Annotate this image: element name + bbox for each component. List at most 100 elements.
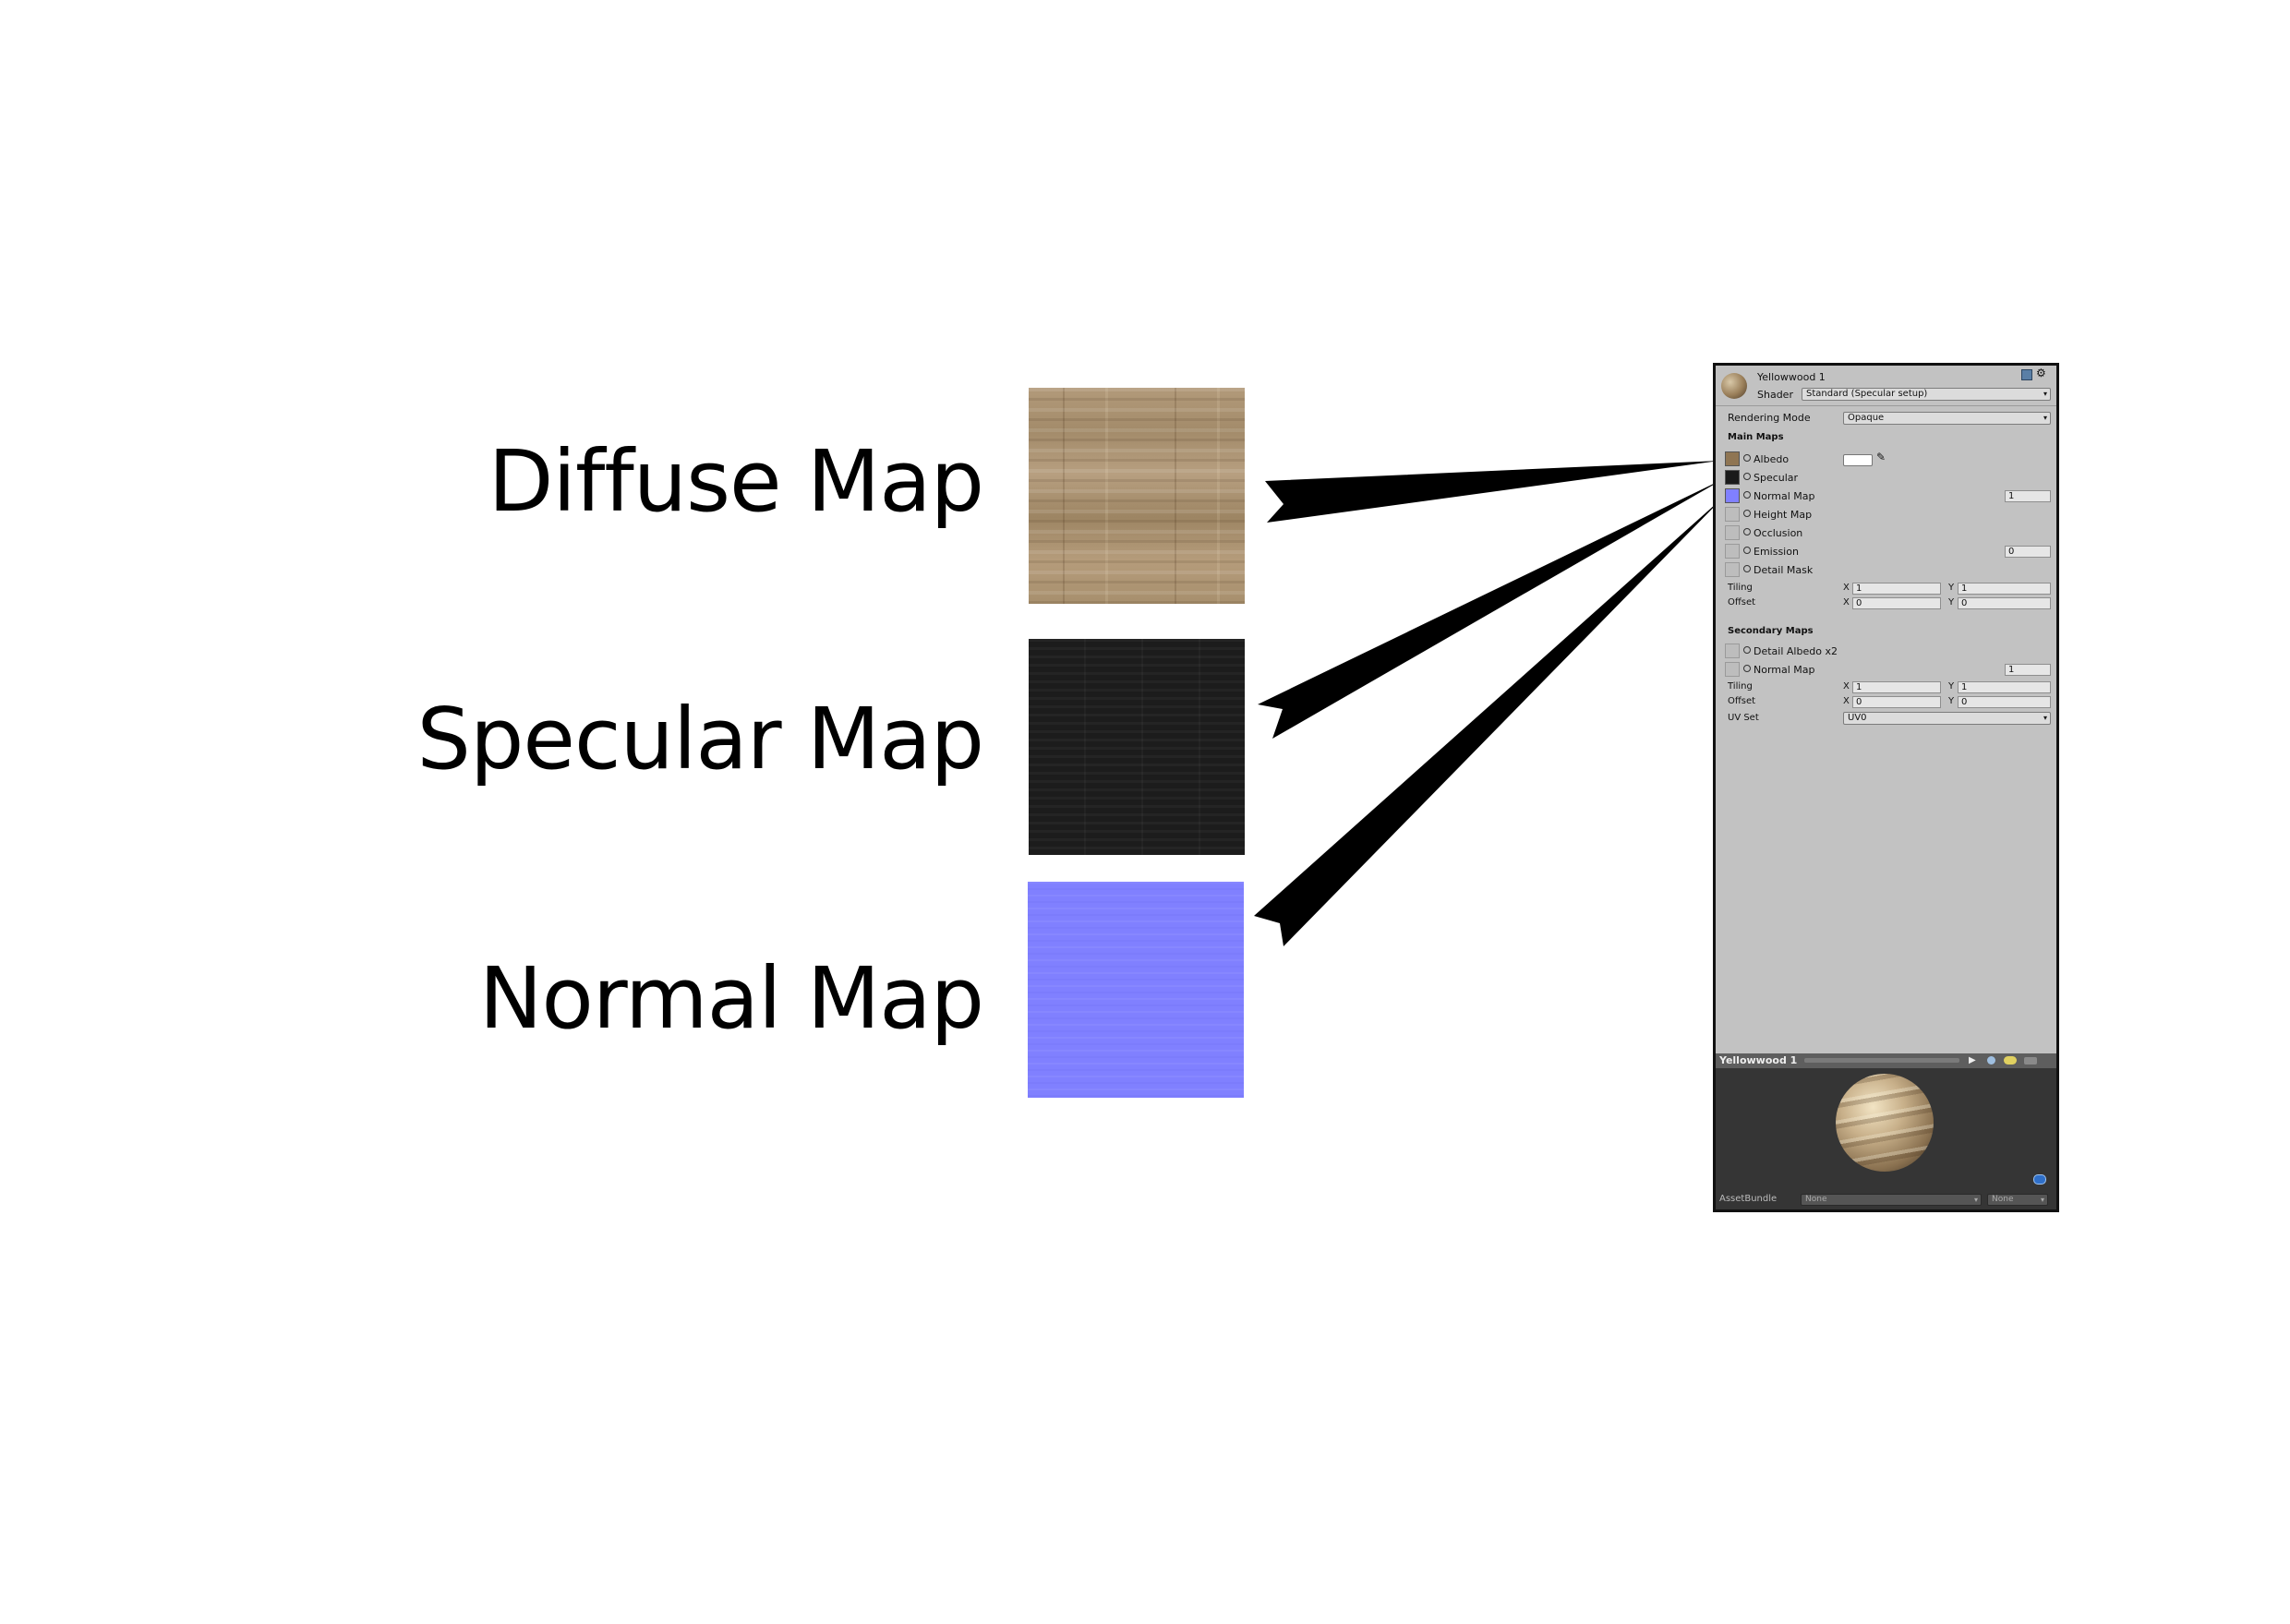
emission-value-field[interactable]: 0 [2005,546,2051,558]
rendering-mode-label: Rendering Mode [1728,412,1811,424]
asset-bundle-variant-value: None [1992,1195,2014,1204]
secondary-normal-slot[interactable] [1725,662,1740,677]
rendering-mode-value: Opaque [1848,413,1885,423]
chevron-down-icon: ▾ [2040,1196,2044,1204]
chevron-down-icon: ▾ [2043,390,2047,398]
detail-mask-row: Detail Mask [1743,564,1813,576]
asset-bundle-variant-dropdown[interactable]: None ▾ [1987,1194,2048,1206]
normal-map-swatch[interactable] [1725,488,1740,503]
height-map-slot[interactable] [1725,507,1740,522]
occlusion-slot[interactable] [1725,525,1740,540]
detail-albedo-label: Detail Albedo x2 [1754,645,1838,657]
detail-mask-slot[interactable] [1725,562,1740,577]
uv-set-value: UV0 [1848,713,1867,723]
specular-row: Specular [1743,472,1798,484]
diffuse-arrow [1265,461,1719,523]
tiling-x-field[interactable]: 1 [1852,583,1941,595]
height-map-label: Height Map [1754,509,1813,521]
y-label: Y [1948,597,1955,607]
picker-dot-icon[interactable] [1743,646,1751,654]
tiling-y-field[interactable]: 1 [1958,583,2051,595]
picker-dot-icon[interactable] [1743,454,1751,462]
albedo-row: Albedo [1743,453,1789,465]
preview-title: Yellowwood 1 [1719,1054,1798,1066]
offset-y-field[interactable]: 0 [1958,597,2051,609]
secondary-offset-label: Offset [1728,696,1756,706]
picker-dot-icon[interactable] [1743,491,1751,499]
emission-row: Emission [1743,546,1799,558]
secondary-offset-x-field[interactable]: 0 [1852,696,1941,708]
material-preview[interactable] [1716,1068,2056,1188]
secondary-normal-scale-field[interactable]: 1 [2005,664,2051,676]
tiling-label: Tiling [1728,583,1753,593]
sphere-icon[interactable] [1987,1056,1995,1065]
picker-dot-icon[interactable] [1743,665,1751,672]
asset-bundle-label: AssetBundle [1719,1194,1778,1204]
emission-slot[interactable] [1725,544,1740,559]
emission-label: Emission [1754,546,1799,558]
specular-arrow [1258,478,1725,739]
occlusion-label: Occlusion [1754,527,1803,539]
secondary-maps-heading: Secondary Maps [1728,626,1814,636]
x-label: X [1843,583,1850,593]
x-label: X [1843,696,1850,706]
asset-bundle-dropdown[interactable]: None ▾ [1801,1194,1982,1206]
secondary-tiling-x-field[interactable]: 1 [1852,681,1941,693]
material-inspector: Yellowwood 1 ⚙ Shader Standard (Specular… [1713,363,2059,1212]
divider [1716,405,2056,406]
rendering-mode-dropdown[interactable]: Opaque ▾ [1843,412,2051,425]
preview-sphere [1836,1074,1934,1172]
chevron-down-icon: ▾ [2043,414,2047,422]
secondary-offset-y-field[interactable]: 0 [1958,696,2051,708]
preview-menu-icon[interactable] [2024,1057,2037,1065]
chevron-down-icon: ▾ [2043,714,2047,722]
secondary-normal-label: Normal Map [1754,664,1815,676]
shader-label: Shader [1757,389,1793,401]
detail-albedo-row: Detail Albedo x2 [1743,645,1838,657]
specular-swatch[interactable] [1725,470,1740,485]
shader-dropdown[interactable]: Standard (Specular setup) ▾ [1802,388,2051,401]
albedo-swatch[interactable] [1725,451,1740,466]
picker-dot-icon[interactable] [1743,565,1751,572]
y-label: Y [1948,681,1955,692]
occlusion-row: Occlusion [1743,527,1802,539]
picker-dot-icon[interactable] [1743,528,1751,535]
albedo-color-field[interactable] [1843,454,1873,466]
normal-map-label: Normal Map [1754,490,1815,502]
asset-bundle-value: None [1805,1195,1827,1204]
normal-map-row: Normal Map [1743,490,1815,502]
uv-set-label: UV Set [1728,713,1759,723]
tag-icon[interactable] [2033,1174,2046,1185]
picker-dot-icon[interactable] [1743,547,1751,554]
offset-label: Offset [1728,597,1756,607]
secondary-normal-row: Normal Map [1743,664,1815,676]
preview-drag-bar[interactable] [1804,1058,1959,1063]
eyedropper-icon[interactable]: ✎ [1876,451,1886,463]
picker-dot-icon[interactable] [1743,473,1751,480]
albedo-label: Albedo [1754,453,1790,465]
normal-scale-field[interactable]: 1 [2005,490,2051,502]
shader-value: Standard (Specular setup) [1806,389,1928,399]
x-label: X [1843,681,1850,692]
specular-label: Specular [1754,472,1799,484]
gear-icon[interactable]: ⚙ [2036,367,2046,379]
material-name: Yellowwood 1 [1757,371,1826,383]
preview-toolbar: Yellowwood 1 ▶ [1716,1053,2056,1068]
detail-mask-label: Detail Mask [1754,564,1814,576]
uv-set-dropdown[interactable]: UV0 ▾ [1843,712,2051,725]
detail-albedo-slot[interactable] [1725,644,1740,658]
play-icon[interactable]: ▶ [1969,1053,1976,1068]
asset-bundle-bar: AssetBundle None ▾ None ▾ [1716,1188,2056,1209]
light-icon[interactable] [2004,1056,2017,1065]
picker-dot-icon[interactable] [1743,510,1751,517]
main-maps-heading: Main Maps [1728,432,1784,442]
help-icon[interactable] [2021,369,2032,380]
material-thumbnail [1721,373,1747,399]
y-label: Y [1948,696,1955,706]
secondary-tiling-y-field[interactable]: 1 [1958,681,2051,693]
height-map-row: Height Map [1743,509,1812,521]
chevron-down-icon: ▾ [1973,1196,1978,1204]
offset-x-field[interactable]: 0 [1852,597,1941,609]
normal-arrow [1254,496,1725,946]
y-label: Y [1948,583,1955,593]
